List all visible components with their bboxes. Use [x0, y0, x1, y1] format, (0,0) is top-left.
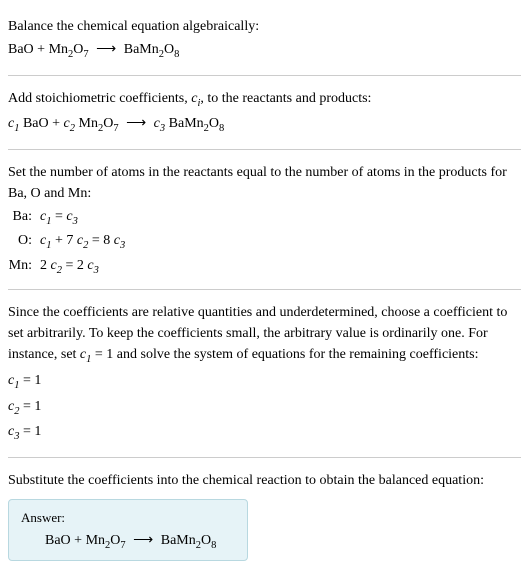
intro-equation: BaO + Mn2O7 ⟶ BaMn2O8 [8, 39, 521, 63]
section-final: Substitute the coefficients into the che… [8, 462, 521, 568]
c3-var: c3 [154, 116, 165, 131]
element-equation: 2 c2 = 2 c3 [40, 255, 521, 280]
answer-box: Answer: BaO + Mn2O7 ⟶ BaMn2O8 [8, 499, 248, 562]
coeffs-equation: c1 BaO + c2 Mn2O7 ⟶ c3 BaMn2O8 [8, 113, 521, 137]
product-1: BaMn2O8 [161, 533, 217, 548]
element-equation: c1 + 7 c2 = 8 c3 [40, 230, 521, 255]
result-c2: c2 = 1 [8, 396, 521, 420]
c1-var: c1 [8, 116, 19, 131]
reactant-2: Mn2O7 [86, 533, 126, 548]
arrow-icon: ⟶ [96, 39, 116, 60]
reactant-1: BaO [8, 42, 34, 57]
element-label: Ba: [8, 206, 40, 231]
result-c3: c3 = 1 [8, 421, 521, 445]
reactant-2: Mn2O7 [49, 42, 89, 57]
final-instruction: Substitute the coefficients into the che… [8, 470, 521, 491]
arrow-icon: ⟶ [126, 113, 146, 134]
solve-instruction: Since the coefficients are relative quan… [8, 302, 521, 368]
answer-equation: BaO + Mn2O7 ⟶ BaMn2O8 [21, 532, 235, 551]
plus-sign: + [74, 533, 82, 548]
section-intro: Balance the chemical equation algebraica… [8, 8, 521, 71]
element-label: O: [8, 230, 40, 255]
reactant-1: BaO [45, 533, 71, 548]
answer-label: Answer: [21, 510, 235, 526]
c2-var: c2 [64, 116, 75, 131]
section-atoms: Set the number of atoms in the reactants… [8, 154, 521, 286]
plus-sign: + [37, 42, 45, 57]
atom-row-o: O: c1 + 7 c2 = 8 c3 [8, 230, 521, 255]
element-equation: c1 = c3 [40, 206, 521, 231]
divider [8, 149, 521, 150]
element-label: Mn: [8, 255, 40, 280]
atom-row-mn: Mn: 2 c2 = 2 c3 [8, 255, 521, 280]
plus-sign: + [52, 116, 60, 131]
reactant-2: Mn2O7 [75, 116, 119, 131]
divider [8, 457, 521, 458]
divider [8, 75, 521, 76]
divider [8, 289, 521, 290]
product-1: BaMn2O8 [124, 42, 180, 57]
atom-row-ba: Ba: c1 = c3 [8, 206, 521, 231]
product-1: BaMn2O8 [165, 116, 224, 131]
set-var: c1 [80, 347, 91, 362]
result-c1: c1 = 1 [8, 370, 521, 394]
atoms-instruction: Set the number of atoms in the reactants… [8, 162, 521, 204]
coeffs-instruction: Add stoichiometric coefficients, ci, to … [8, 88, 521, 112]
intro-instruction: Balance the chemical equation algebraica… [8, 16, 521, 37]
section-solve: Since the coefficients are relative quan… [8, 294, 521, 452]
arrow-icon: ⟶ [133, 532, 153, 549]
section-coefficients: Add stoichiometric coefficients, ci, to … [8, 80, 521, 145]
